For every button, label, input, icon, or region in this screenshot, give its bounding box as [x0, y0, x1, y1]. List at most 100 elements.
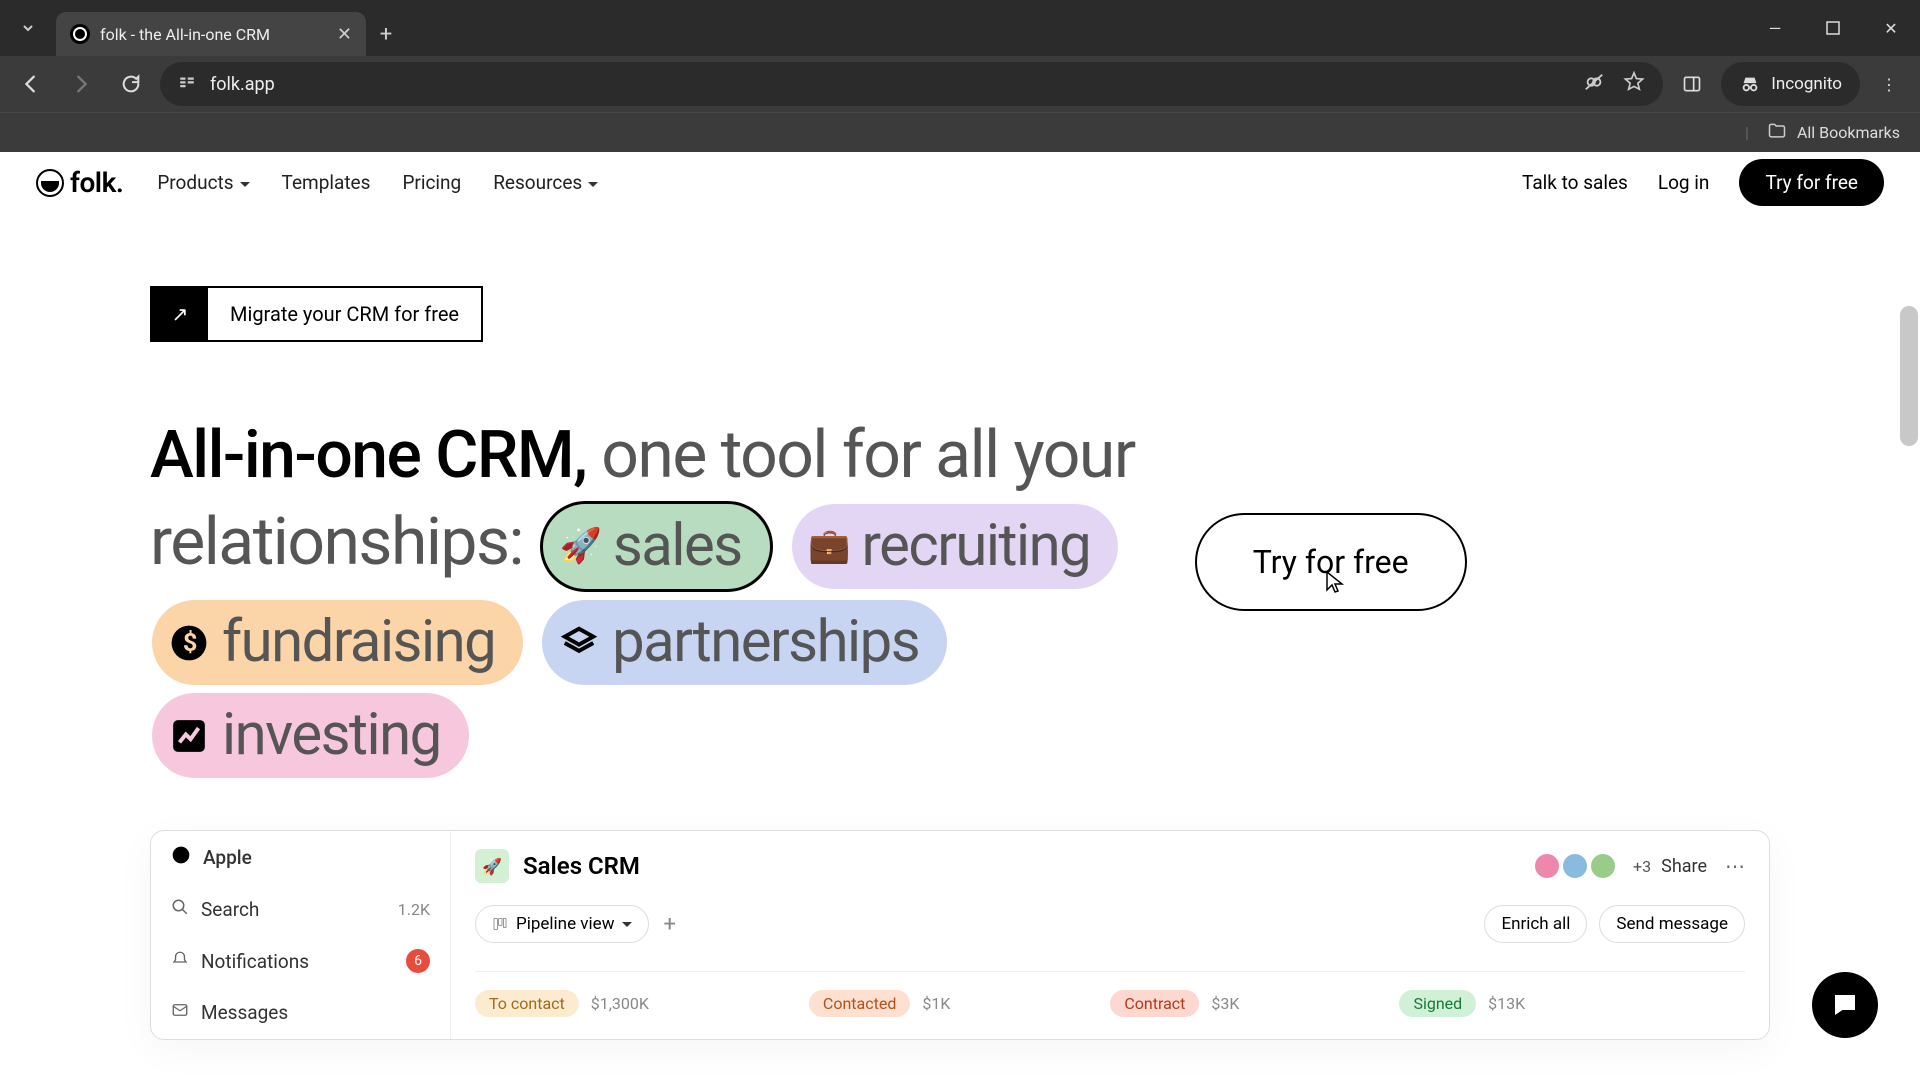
site-settings-icon[interactable]	[178, 73, 196, 96]
more-menu-button[interactable]: ⋯	[1725, 854, 1745, 878]
workspace-name: Apple	[203, 846, 252, 869]
tabs-dropdown-button[interactable]	[0, 0, 56, 56]
pipeline-stage: Contacted $1K	[809, 990, 950, 1017]
browser-tab[interactable]: folk - the All-in-one CRM ✕	[56, 12, 366, 56]
sidebar-search[interactable]: Search 1.2K	[151, 884, 450, 935]
hero-headline: All-in-one CRM, one tool for all your re…	[150, 414, 1135, 782]
send-message-button[interactable]: Send message	[1599, 905, 1745, 943]
app-preview: Apple Search 1.2K Notifications 6	[150, 830, 1770, 1040]
reload-button[interactable]	[110, 63, 152, 105]
add-view-button[interactable]: +	[663, 912, 675, 937]
rocket-icon: 🚀	[559, 526, 601, 568]
headline-strong: All-in-one CRM,	[150, 417, 586, 494]
avatar	[1561, 852, 1589, 880]
share-button[interactable]: Share	[1661, 856, 1707, 877]
avatar	[1589, 852, 1617, 880]
pill-investing[interactable]: investing	[152, 693, 469, 778]
incognito-indicator[interactable]: Incognito	[1721, 62, 1860, 106]
chat-icon	[1830, 990, 1860, 1020]
page-scrollbar[interactable]	[1900, 306, 1918, 446]
chevron-down-icon	[240, 171, 250, 194]
chevron-down-icon	[622, 914, 632, 934]
nav-resources[interactable]: Resources	[493, 171, 598, 194]
talk-to-sales-link[interactable]: Talk to sales	[1522, 171, 1628, 194]
nav-products-label: Products	[157, 171, 233, 194]
login-link[interactable]: Log in	[1658, 171, 1710, 194]
kanban-icon	[492, 916, 508, 932]
notifications-label: Notifications	[201, 950, 309, 973]
nav-products[interactable]: Products	[157, 171, 249, 194]
preview-sidebar: Apple Search 1.2K Notifications 6	[151, 831, 451, 1039]
headline-part1: one tool for all your	[586, 417, 1134, 494]
nav-pricing[interactable]: Pricing	[402, 171, 461, 194]
pill-partnerships[interactable]: partnerships	[542, 600, 947, 685]
tab-close-button[interactable]: ✕	[337, 24, 352, 45]
browser-toolbar: folk.app Incognito ⋮	[0, 56, 1920, 112]
search-count: 1.2K	[398, 900, 430, 919]
maximize-button[interactable]	[1804, 0, 1862, 56]
bookmark-star-icon[interactable]	[1623, 71, 1645, 98]
chevron-down-icon	[588, 171, 598, 194]
url-text: folk.app	[210, 74, 275, 95]
migrate-crm-button[interactable]: ↗ Migrate your CRM for free	[150, 286, 483, 342]
sidebar-messages[interactable]: Messages	[151, 987, 450, 1038]
pill-sales[interactable]: 🚀 sales	[540, 501, 773, 592]
workspace-switcher[interactable]: Apple	[151, 831, 450, 884]
stage-name: Contacted	[809, 990, 910, 1017]
browser-tab-strip: folk - the All-in-one CRM ✕ + — ✕	[0, 0, 1920, 56]
pipeline-stage: Contract $3K	[1110, 990, 1239, 1017]
site-logo[interactable]: folk.	[36, 166, 123, 199]
messages-label: Messages	[201, 1001, 288, 1024]
chat-widget-button[interactable]	[1812, 972, 1878, 1038]
bell-icon	[171, 950, 189, 973]
primary-nav: Products Templates Pricing Resources	[157, 171, 598, 194]
pill-sales-label: sales	[613, 510, 742, 583]
enrich-all-button[interactable]: Enrich all	[1484, 905, 1587, 943]
pipeline-view-label: Pipeline view	[516, 914, 614, 934]
address-bar[interactable]: folk.app	[160, 62, 1663, 106]
workspace-logo-icon	[171, 845, 191, 870]
pipeline-view-selector[interactable]: Pipeline view	[475, 905, 649, 943]
stage-name: Contract	[1110, 990, 1199, 1017]
nav-templates[interactable]: Templates	[282, 171, 371, 194]
dollar-icon: $	[168, 622, 210, 664]
stage-amount: $3K	[1211, 994, 1239, 1013]
incognito-label: Incognito	[1771, 74, 1842, 94]
try-for-free-header-button[interactable]: Try for free	[1739, 159, 1884, 206]
sidebar-notifications[interactable]: Notifications 6	[151, 935, 450, 987]
crm-rocket-icon: 🚀	[475, 849, 509, 883]
new-tab-button[interactable]: +	[366, 12, 406, 56]
side-panel-button[interactable]	[1671, 63, 1713, 105]
hero-section: ↗ Migrate your CRM for free All-in-one C…	[0, 214, 1920, 782]
notifications-badge: 6	[406, 949, 430, 973]
site-header: folk. Products Templates Pricing Resourc…	[0, 152, 1920, 214]
stage-name: Signed	[1399, 990, 1476, 1017]
page-content: folk. Products Templates Pricing Resourc…	[0, 152, 1920, 1080]
chart-up-icon	[168, 715, 210, 757]
pill-recruiting[interactable]: 💼 recruiting	[792, 504, 1119, 589]
forward-button[interactable]	[60, 63, 102, 105]
layers-icon	[558, 622, 600, 664]
stage-amount: $1K	[922, 994, 950, 1013]
back-button[interactable]	[10, 63, 52, 105]
minimize-button[interactable]: —	[1746, 0, 1804, 56]
avatar	[1533, 852, 1561, 880]
headline-part2: relationships:	[150, 504, 538, 581]
all-bookmarks-link[interactable]: All Bookmarks	[1797, 123, 1900, 142]
pill-fundraising[interactable]: $ fundraising	[152, 600, 523, 685]
tracking-blocked-icon[interactable]	[1583, 71, 1605, 98]
arrow-up-right-icon: ↗	[152, 288, 208, 340]
stage-amount: $13K	[1488, 994, 1525, 1013]
logo-mark-icon	[36, 169, 64, 197]
logo-text: folk.	[70, 166, 123, 199]
tab-title: folk - the All-in-one CRM	[100, 25, 270, 44]
close-window-button[interactable]: ✕	[1862, 0, 1920, 56]
browser-menu-button[interactable]: ⋮	[1868, 63, 1910, 105]
try-for-free-hero-button[interactable]: Try for free	[1195, 513, 1467, 611]
migrate-label: Migrate your CRM for free	[208, 288, 481, 340]
pill-recruiting-label: recruiting	[862, 510, 1091, 583]
stage-name: To contact	[475, 990, 579, 1017]
svg-text:$: $	[183, 629, 197, 658]
tab-favicon	[70, 24, 90, 44]
preview-main: 🚀 Sales CRM +3 Share ⋯ Pipeline view	[451, 831, 1769, 1039]
